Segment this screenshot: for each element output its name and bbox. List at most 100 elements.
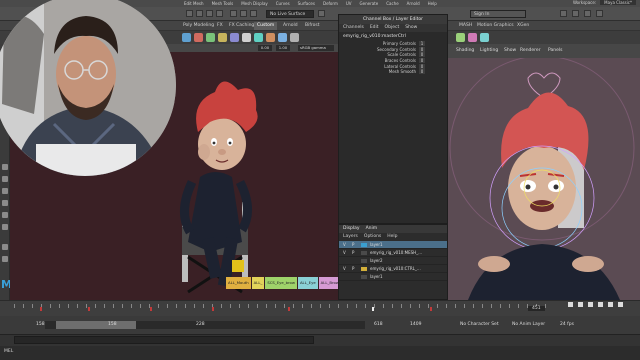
tab-fx-caching[interactable]: FX Caching — [226, 22, 257, 30]
layer-color-swatch[interactable] — [361, 259, 367, 263]
rotate-tool-icon[interactable] — [2, 212, 8, 218]
render-settings-icon[interactable] — [250, 10, 257, 17]
character-set-dropdown[interactable]: No Character Set — [460, 322, 499, 327]
keyframe-marker[interactable] — [212, 307, 214, 311]
viewport-menu-lighting[interactable]: Lighting — [480, 48, 498, 53]
paint-tool-icon[interactable] — [2, 188, 8, 194]
symmetry-icon[interactable] — [318, 10, 325, 17]
menu-item[interactable]: Curves — [272, 1, 294, 6]
shelf-tool-icon[interactable] — [266, 33, 275, 42]
viewport-menu-shading[interactable]: Shading — [456, 48, 474, 53]
color-space-dropdown[interactable]: sRGB gamma — [298, 45, 334, 51]
shelf-tool-icon[interactable] — [254, 33, 263, 42]
channel-value[interactable]: 0 — [419, 46, 425, 52]
layer-row[interactable]: layer2 — [339, 257, 447, 265]
select-all-eye-button[interactable]: ALL_Eye — [297, 277, 318, 289]
visibility-toggle[interactable]: V — [343, 249, 346, 257]
menu-item[interactable]: Surfaces — [294, 1, 319, 6]
playback-toggle[interactable]: P — [352, 241, 354, 249]
menu-item[interactable]: Arnold — [403, 1, 424, 6]
shelf-tool-icon[interactable] — [218, 33, 227, 42]
end-frame-field[interactable]: 618 — [374, 322, 383, 327]
channel-value[interactable]: 0 — [419, 63, 425, 69]
options-menu[interactable]: Options — [364, 233, 381, 241]
menu-item[interactable]: Mesh Tools — [208, 1, 238, 6]
keyframe-marker[interactable] — [150, 307, 152, 311]
range-handle[interactable] — [56, 321, 136, 329]
go-to-end-icon[interactable] — [618, 302, 623, 307]
anim-layer-dropdown[interactable]: No Anim Layer — [512, 322, 545, 327]
layout-icon[interactable] — [2, 256, 8, 262]
shelf-tool-icon[interactable] — [194, 33, 203, 42]
command-input[interactable] — [14, 336, 314, 344]
right-viewport[interactable] — [448, 55, 640, 300]
tab-arnold[interactable]: Arnold — [280, 22, 301, 30]
snap-curve-icon[interactable] — [196, 10, 203, 17]
playback-end-field[interactable]: 1409 — [410, 322, 421, 327]
menu-item[interactable]: Edit Mesh — [180, 1, 208, 6]
time-slider[interactable]: 451 — [0, 300, 640, 316]
shelf-tool-icon[interactable] — [456, 33, 465, 42]
show-menu[interactable]: Show — [405, 24, 417, 32]
gamma-field[interactable]: 1.00 — [276, 45, 290, 51]
lasso-tool-icon[interactable] — [2, 176, 8, 182]
snap-grid-icon[interactable] — [186, 10, 193, 17]
move-tool-icon[interactable] — [2, 200, 8, 206]
menu-item[interactable]: Deform — [319, 1, 342, 6]
current-time-marker[interactable] — [372, 307, 374, 311]
channel-box-toggle-icon[interactable] — [596, 10, 603, 17]
scale-tool-icon[interactable] — [2, 224, 8, 230]
channel-row[interactable]: Mesh Smooth 0 — [343, 69, 447, 75]
tab-display[interactable]: Display — [343, 225, 360, 233]
snap-point-icon[interactable] — [206, 10, 213, 17]
menu-item[interactable]: Cache — [382, 1, 402, 6]
select-eye-brow-button[interactable]: SCS_Eye_brow — [265, 277, 297, 289]
play-back-icon[interactable] — [588, 302, 593, 307]
playback-toggle[interactable]: P — [352, 265, 354, 273]
fps-dropdown[interactable]: 24 fps — [560, 322, 574, 327]
ipr-icon[interactable] — [240, 10, 247, 17]
tab-custom[interactable]: Custom — [254, 22, 278, 30]
select-all-button[interactable]: ALL_ — [251, 277, 265, 289]
layout-icon[interactable] — [2, 244, 8, 250]
current-frame-field[interactable]: 451 — [528, 306, 545, 311]
visibility-toggle[interactable]: V — [343, 241, 346, 249]
layer-row[interactable]: V P emyrig_rig_v010:MESH_... — [339, 249, 447, 257]
play-forward-icon[interactable] — [598, 302, 603, 307]
sign-in-button[interactable]: Sign In — [470, 10, 526, 18]
keyframe-marker[interactable] — [88, 307, 90, 311]
playback-toggle[interactable]: P — [352, 249, 354, 257]
layer-row[interactable]: V P layer1 — [339, 241, 447, 249]
exposure-field[interactable]: 0.00 — [258, 45, 272, 51]
layer-color-swatch[interactable] — [361, 251, 367, 255]
tab-anim[interactable]: Anim — [366, 225, 378, 233]
shelf-tool-icon[interactable] — [480, 33, 489, 42]
shelf-tool-icon[interactable] — [468, 33, 477, 42]
menu-item[interactable]: Mesh Display — [237, 1, 272, 6]
menu-item[interactable]: UV — [342, 1, 356, 6]
workspace-dropdown[interactable]: Maya Classic* — [600, 0, 636, 5]
tab-bifrost[interactable]: Bifrost — [302, 22, 323, 30]
layer-row[interactable]: V P emyrig_rig_v010:CTRL_... — [339, 265, 447, 273]
tab-motion-graphics[interactable]: Motion Graphics — [474, 22, 517, 30]
keyframe-marker[interactable] — [430, 307, 432, 311]
step-forward-icon[interactable] — [608, 302, 613, 307]
shelf-tool-icon[interactable] — [290, 33, 299, 42]
live-surface-field[interactable]: No Live Surface — [266, 10, 314, 18]
render-icon[interactable] — [230, 10, 237, 17]
snap-view-icon[interactable] — [216, 10, 223, 17]
viewport-menu-panels[interactable]: Panels — [548, 48, 562, 53]
layer-color-swatch[interactable] — [361, 267, 367, 271]
visibility-toggle[interactable]: V — [343, 265, 346, 273]
layer-row[interactable]: layer1 — [339, 273, 447, 281]
keyframe-marker[interactable] — [40, 307, 42, 311]
object-menu[interactable]: Object — [385, 24, 400, 32]
shelf-tool-icon[interactable] — [278, 33, 287, 42]
layer-color-swatch[interactable] — [361, 243, 367, 247]
channel-value[interactable]: 0 — [419, 58, 425, 64]
tool-settings-icon[interactable] — [584, 10, 591, 17]
tab-poly-modeling[interactable]: Poly Modeling — [180, 22, 217, 30]
start-frame-field[interactable]: 158 — [36, 322, 45, 327]
help-menu[interactable]: Help — [387, 233, 397, 241]
select-all-mouth-button[interactable]: ALL_Mouth — [226, 277, 251, 289]
